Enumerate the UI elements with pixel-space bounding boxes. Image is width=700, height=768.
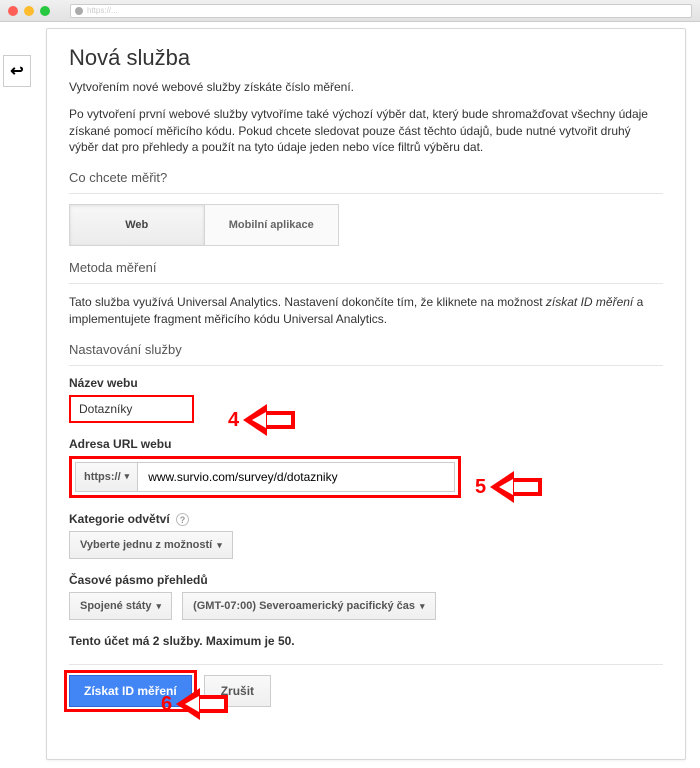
get-tracking-id-button[interactable]: Získat ID měření [69, 675, 192, 707]
window-controls [8, 6, 50, 16]
protocol-value: https:// [84, 471, 121, 483]
category-label: Kategorie odvětví ? [69, 512, 663, 527]
site-identity-icon [75, 7, 83, 15]
setup-heading: Nastavování služby [69, 342, 663, 357]
method-heading: Metoda měření [69, 260, 663, 275]
tz-value-select[interactable]: (GMT-07:00) Severoamerický pacifický čas… [182, 592, 436, 620]
page-title: Nová služba [69, 45, 663, 71]
back-arrow-icon: ↩ [10, 61, 23, 81]
tab-mobile[interactable]: Mobilní aplikace [204, 205, 339, 245]
url-row: https:// ▾ [75, 462, 455, 492]
tz-country-select[interactable]: Spojené státy ▾ [69, 592, 172, 620]
account-note: Tento účet má 2 služby. Maximum je 50. [69, 634, 663, 648]
chevron-down-icon: ▾ [125, 471, 130, 482]
browser-chrome: https://... [0, 0, 700, 22]
field-category: Kategorie odvětví ? Vyberte jednu z možn… [69, 512, 663, 560]
divider [69, 283, 663, 284]
divider [69, 193, 663, 194]
content-card: Nová služba Vytvořením nové webové služb… [46, 28, 686, 760]
tz-value: (GMT-07:00) Severoamerický pacifický čas [193, 600, 415, 612]
method-text-prefix: Tato služba využívá Universal Analytics.… [69, 295, 546, 309]
help-icon[interactable]: ? [176, 513, 189, 526]
field-site-url: Adresa URL webu https:// ▾ [69, 437, 663, 498]
category-value: Vyberte jednu z možností [80, 539, 212, 551]
button-row: Získat ID měření Zrušit [69, 675, 663, 707]
divider [69, 664, 663, 665]
tab-web[interactable]: Web [70, 205, 204, 245]
minimize-icon[interactable] [24, 6, 34, 16]
site-name-input[interactable] [69, 395, 194, 423]
chevron-down-icon: ▾ [420, 601, 425, 612]
method-text: Tato služba využívá Universal Analytics.… [69, 294, 663, 328]
cancel-button[interactable]: Zrušit [204, 675, 271, 707]
protocol-select[interactable]: https:// ▾ [75, 462, 138, 492]
page-description: Po vytvoření první webové služby vytvoří… [69, 106, 663, 156]
page-lead: Vytvořením nové webové služby získáte čí… [69, 79, 663, 96]
url-bar[interactable]: https://... [70, 4, 692, 18]
site-name-label: Název webu [69, 376, 663, 390]
maximize-icon[interactable] [40, 6, 50, 16]
chevron-down-icon: ▾ [157, 601, 162, 612]
field-timezone: Časové pásmo přehledů Spojené státy ▾ (G… [69, 573, 663, 620]
site-url-input[interactable] [138, 462, 455, 492]
field-site-name: Název webu [69, 376, 663, 423]
category-select[interactable]: Vyberte jednu z možností ▾ [69, 531, 233, 559]
url-highlight: https:// ▾ [69, 456, 461, 498]
timezone-label: Časové pásmo přehledů [69, 573, 663, 587]
divider [69, 365, 663, 366]
measure-heading: Co chcete měřit? [69, 170, 663, 185]
method-emphasis: získat ID měření [546, 295, 633, 309]
chevron-down-icon: ▾ [217, 540, 222, 551]
category-label-text: Kategorie odvětví [69, 512, 170, 526]
url-text: https://... [87, 6, 118, 15]
measure-segmented: Web Mobilní aplikace [69, 204, 339, 246]
tz-country-value: Spojené státy [80, 600, 152, 612]
back-button[interactable]: ↩ [3, 55, 31, 87]
close-icon[interactable] [8, 6, 18, 16]
site-url-label: Adresa URL webu [69, 437, 663, 451]
